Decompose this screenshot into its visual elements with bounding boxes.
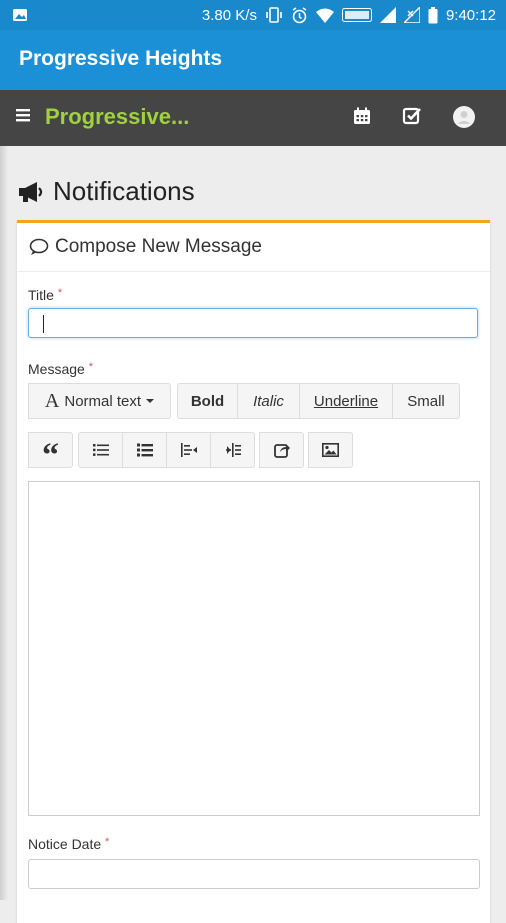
title-input[interactable] <box>28 308 478 338</box>
wifi-icon <box>315 8 334 23</box>
nav-bar: Progressive... <box>0 90 506 146</box>
indent-button[interactable] <box>210 432 255 468</box>
outdent-icon <box>180 443 197 457</box>
font-style-label: Normal text <box>64 392 142 410</box>
gallery-notification-icon <box>12 7 28 23</box>
list-indent-group <box>78 432 255 468</box>
title-label: Title * <box>28 287 63 303</box>
megaphone-icon <box>17 180 45 204</box>
hamburger-menu-icon[interactable] <box>16 107 32 123</box>
blockquote-button[interactable]: “ <box>28 432 73 474</box>
required-mark: * <box>105 836 110 848</box>
indent-icon <box>225 443 241 457</box>
alarm-icon <box>291 6 308 24</box>
underline-button[interactable]: Underline <box>299 383 393 419</box>
network-speed: 3.80 K/s <box>201 6 257 24</box>
panel-heading-text: Compose New Message <box>55 236 262 257</box>
image-icon <box>322 443 339 457</box>
small-button[interactable]: Small <box>392 383 460 419</box>
link-group <box>259 432 304 468</box>
font-style-dropdown[interactable]: A Normal text <box>28 383 171 419</box>
notice-date-label: Notice Date * <box>28 836 110 852</box>
page-title: Notifications <box>17 176 195 207</box>
text-format-group: Bold Italic Underline Small <box>177 383 460 419</box>
app-title: Progressive Heights <box>19 47 223 70</box>
left-shadow <box>0 146 8 900</box>
user-avatar-icon[interactable] <box>453 106 475 128</box>
app-bar: Progressive Heights <box>0 30 506 90</box>
no-signal-icon <box>403 7 420 23</box>
main-content: Notifications Compose New Message Title … <box>0 146 506 923</box>
font-glyph: A <box>44 389 60 412</box>
comment-icon <box>29 238 49 256</box>
ordered-list-button[interactable] <box>122 432 167 468</box>
insert-image-button[interactable] <box>308 432 353 468</box>
panel-heading: Compose New Message <box>17 223 490 272</box>
battery-icon <box>428 6 438 24</box>
outdent-button[interactable] <box>166 432 211 468</box>
notice-date-input[interactable] <box>28 859 480 889</box>
nav-brand[interactable]: Progressive... <box>45 104 189 130</box>
bullet-list-icon <box>92 443 109 457</box>
volte-icon <box>341 8 372 22</box>
font-style-group: A Normal text <box>28 383 171 419</box>
caret-down-icon <box>146 398 155 404</box>
message-label: Message * <box>28 361 93 377</box>
required-mark: * <box>88 361 93 373</box>
required-mark: * <box>57 287 63 299</box>
blockquote-group: “ <box>28 432 73 474</box>
bold-button[interactable]: Bold <box>177 383 238 419</box>
vibrate-icon <box>265 7 283 23</box>
numbered-list-icon <box>136 443 153 457</box>
signal-icon <box>379 7 396 23</box>
unordered-list-button[interactable] <box>78 432 123 468</box>
image-group <box>308 432 353 468</box>
message-editor[interactable] <box>28 481 480 816</box>
text-caret <box>43 315 44 333</box>
italic-button[interactable]: Italic <box>237 383 300 419</box>
link-button[interactable] <box>259 432 304 468</box>
checkbox-tasks-icon[interactable] <box>402 106 424 128</box>
compose-panel: Compose New Message Title * Message * A … <box>17 220 490 923</box>
status-bar: 3.80 K/s 9:40:12 <box>0 0 506 30</box>
calendar-icon[interactable] <box>352 106 374 128</box>
share-link-icon <box>273 442 290 458</box>
page-title-text: Notifications <box>53 176 195 206</box>
clock-time: 9:40:12 <box>445 6 496 24</box>
